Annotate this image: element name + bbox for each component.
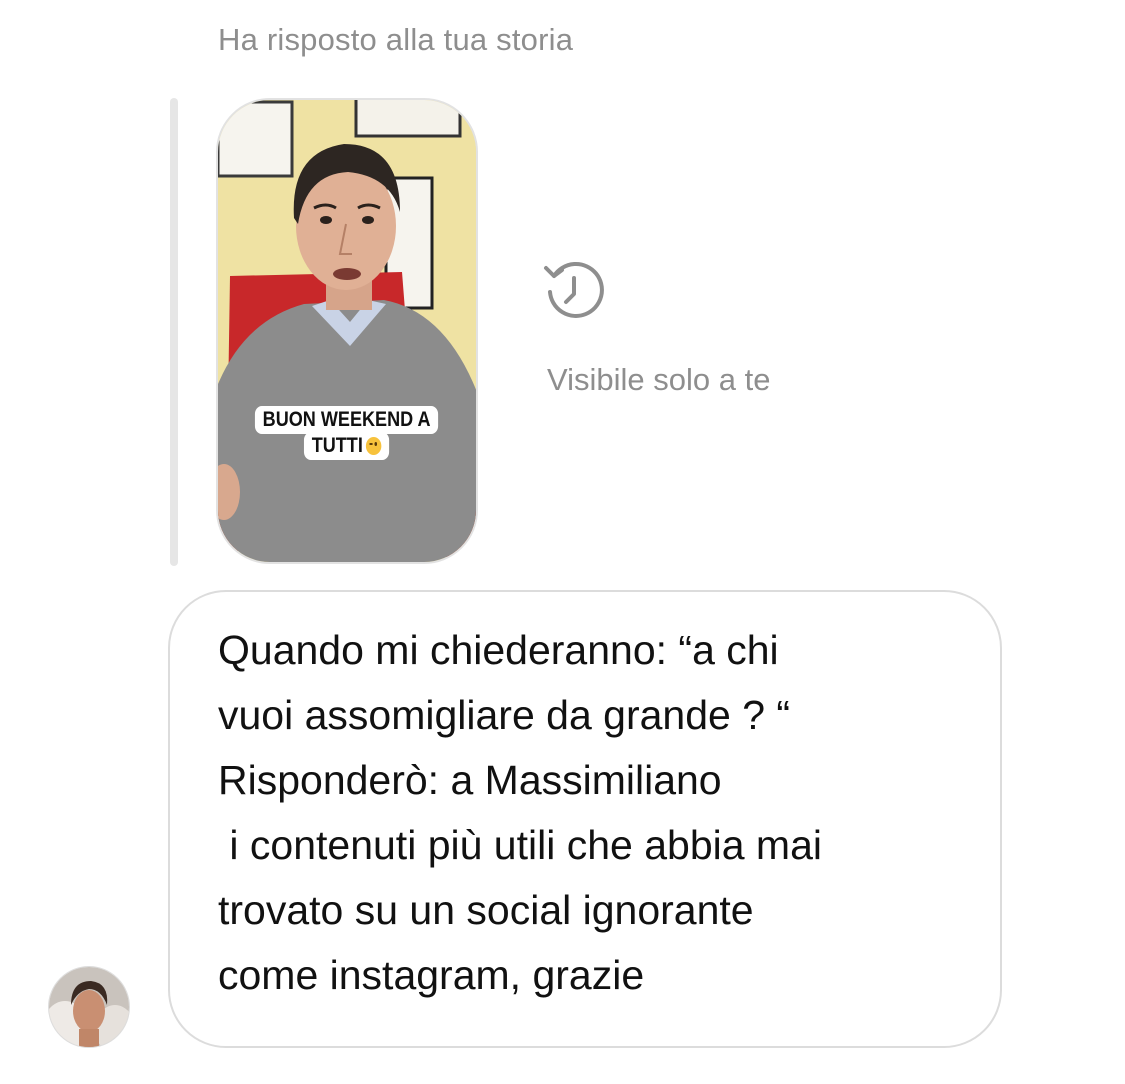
message-bubble[interactable]: Quando mi chiederanno: “a chi vuoi assom… [168, 590, 1002, 1048]
story-caption: BUON WEEKEND A TUTTI [218, 406, 476, 460]
reply-indicator-bar [170, 98, 178, 566]
winking-face-emoji-icon [366, 437, 383, 455]
story-thumbnail[interactable]: BUON WEEKEND A TUTTI [216, 98, 478, 564]
reply-context-label: Ha risposto alla tua storia [218, 22, 574, 57]
sender-avatar[interactable] [48, 966, 130, 1048]
message-text: Quando mi chiederanno: “a chi vuoi assom… [218, 627, 822, 998]
visibility-note: Visibile solo a te [547, 362, 771, 397]
avatar-image [49, 967, 129, 1047]
story-image [218, 100, 476, 562]
history-clock-icon [544, 261, 604, 318]
story-caption-text: TUTTI [311, 434, 364, 457]
story-caption-line: TUTTI [304, 432, 390, 460]
story-caption-line: BUON WEEKEND A [255, 406, 439, 434]
